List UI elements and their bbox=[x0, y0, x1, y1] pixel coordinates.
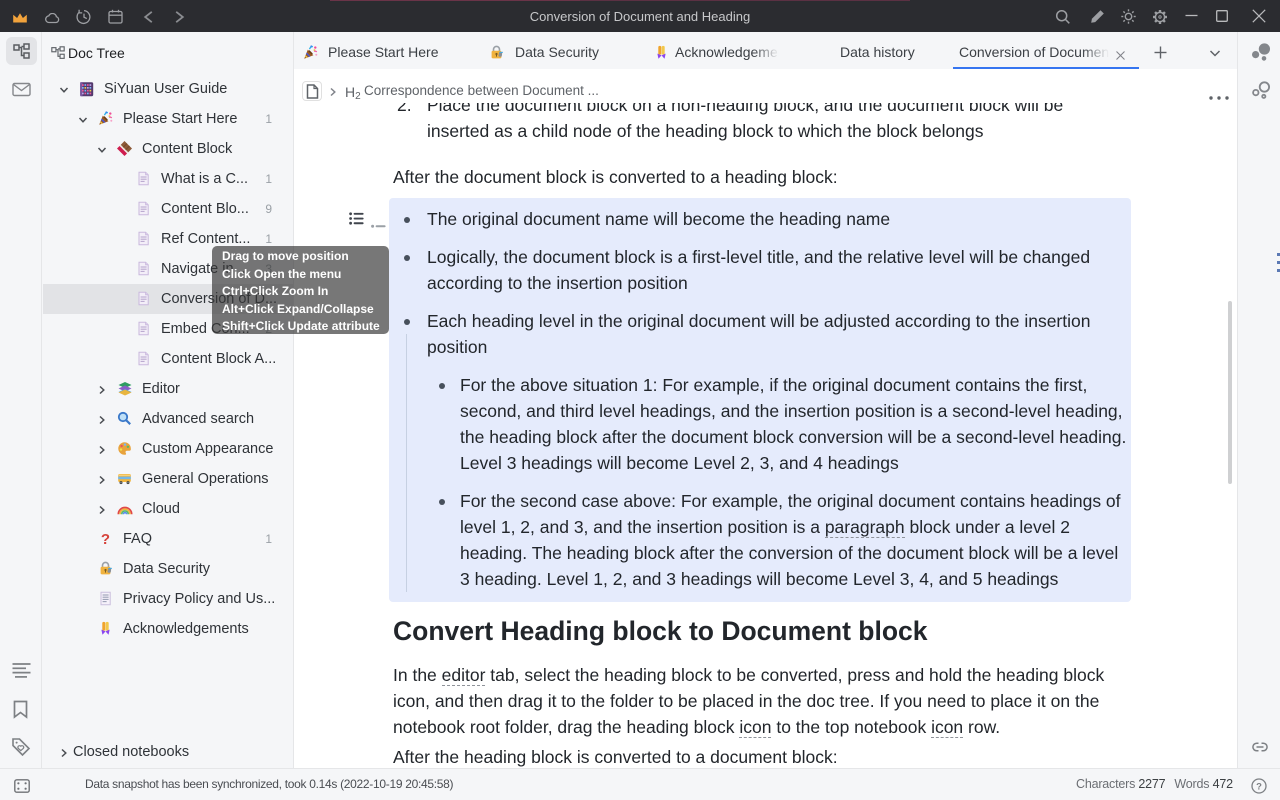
svg-text:?: ? bbox=[1256, 781, 1262, 792]
svg-text:?: ? bbox=[101, 531, 110, 546]
